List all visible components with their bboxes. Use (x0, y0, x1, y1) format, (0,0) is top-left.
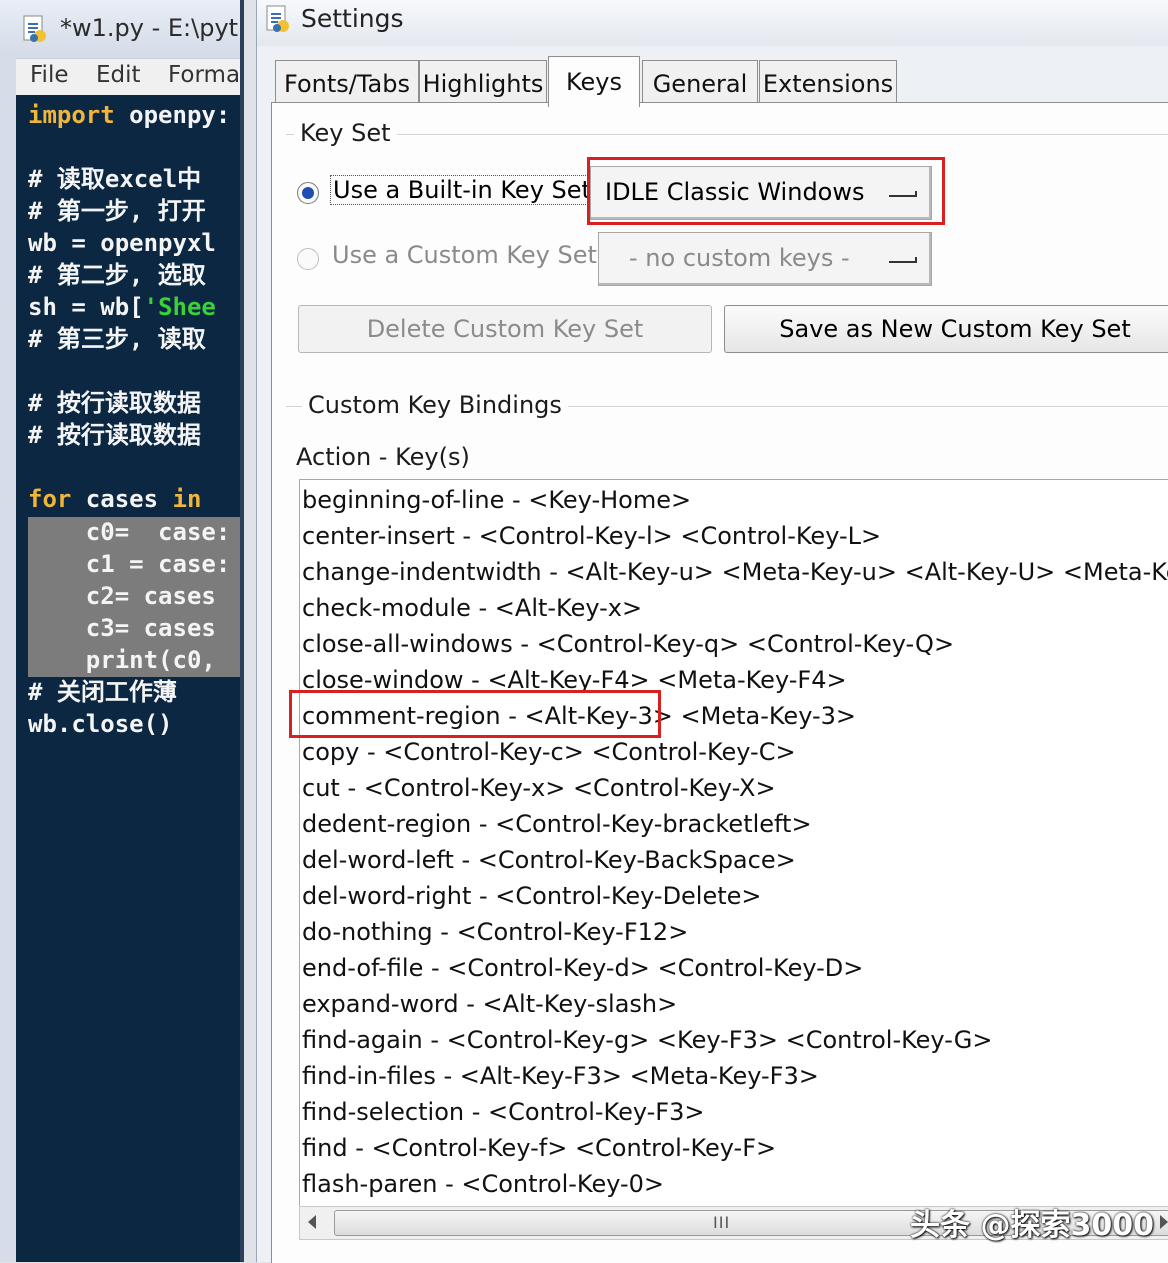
key-binding-row[interactable]: change-indentwidth - <Alt-Key-u> <Meta-K… (302, 554, 1168, 590)
editor-right-border (240, 0, 244, 1262)
bindings-group-label: Custom Key Bindings (302, 391, 568, 419)
tab-fonts-tabs[interactable]: Fonts/Tabs (275, 60, 419, 103)
key-binding-row[interactable]: find-again - <Control-Key-g> <Key-F3> <C… (302, 1022, 992, 1058)
code-line-comment: # 第一步, 打开 (28, 197, 206, 225)
key-binding-row[interactable]: center-insert - <Control-Key-l> <Control… (302, 518, 881, 554)
key-binding-row[interactable]: cut - <Control-Key-x> <Control-Key-X> (302, 770, 776, 806)
delete-custom-keyset-button[interactable]: Delete Custom Key Set (298, 305, 712, 353)
code-line-comment: # 按行读取数据 (28, 389, 201, 417)
key-bindings-list[interactable]: beginning-of-line - <Key-Home> center-ins… (299, 479, 1168, 1207)
code-line: c3= cases (28, 614, 216, 642)
code-line: wb.close() (28, 710, 173, 738)
key-binding-row[interactable]: flash-paren - <Control-Key-0> (302, 1166, 664, 1202)
key-binding-row[interactable]: copy - <Control-Key-c> <Control-Key-C> (302, 734, 796, 770)
key-binding-row[interactable]: do-nothing - <Control-Key-F12> (302, 914, 688, 950)
tab-extensions[interactable]: Extensions (759, 60, 897, 103)
builtin-keyset-dropdown[interactable]: IDLE Classic Windows (590, 166, 932, 220)
tab-keys[interactable]: Keys (548, 56, 640, 107)
code-line: print(c0, (28, 646, 216, 674)
editor-title: *w1.py - E:\pyth (60, 14, 244, 42)
key-binding-row[interactable]: expand-word - <Alt-Key-slash> (302, 986, 677, 1022)
code-editor[interactable]: import openpy: # 读取excel中 # 第一步, 打开 wb =… (16, 95, 244, 1262)
menu-edit[interactable]: Edit (96, 62, 141, 88)
editor-menubar: File Edit Forma (16, 58, 244, 95)
builtin-keyset-radio[interactable] (297, 182, 319, 204)
key-binding-row[interactable]: find-selection - <Control-Key-F3> (302, 1094, 704, 1130)
scrollbar-grip: III (713, 1213, 731, 1232)
code-line-comment: # 第三步, 读取 (28, 325, 206, 353)
key-binding-row[interactable]: del-word-right - <Control-Key-Delete> (302, 878, 762, 914)
key-binding-row[interactable]: close-all-windows - <Control-Key-q> <Con… (302, 626, 954, 662)
scroll-right-arrow-icon[interactable] (1160, 1215, 1168, 1229)
key-binding-row[interactable]: find - <Control-Key-f> <Control-Key-F> (302, 1130, 776, 1166)
code-line: c0= case: (28, 518, 231, 546)
save-custom-keyset-button[interactable]: Save as New Custom Key Set (724, 305, 1168, 353)
custom-keyset-label[interactable]: Use a Custom Key Set (332, 241, 597, 269)
keyset-group-label: Key Set (294, 119, 397, 147)
keyset-group-border (286, 134, 1168, 135)
python-file-icon (266, 5, 289, 32)
key-binding-row[interactable]: end-of-file - <Control-Key-d> <Control-K… (302, 950, 863, 986)
tab-general[interactable]: General (642, 60, 758, 103)
settings-title: Settings (301, 4, 404, 33)
code-line: c1 = case: (28, 550, 231, 578)
custom-keyset-radio[interactable] (297, 248, 319, 270)
key-binding-row[interactable]: beginning-of-line - <Key-Home> (302, 482, 691, 518)
bindings-header: Action - Key(s) (296, 443, 470, 471)
code-line-1: import openpy: (28, 101, 231, 129)
code-line: wb = openpyxl (28, 229, 216, 257)
radio-selected-dot (302, 187, 314, 199)
code-line: sh = wb['Shee (28, 293, 216, 321)
code-line-comment: # 读取excel中 (28, 165, 202, 193)
key-binding-row[interactable]: find-in-files - <Alt-Key-F3> <Meta-Key-F… (302, 1058, 819, 1094)
code-line-comment: # 第二步, 选取 (28, 261, 206, 289)
editor-window: *w1.py - E:\pyth File Edit Forma import … (0, 0, 244, 1262)
code-line-comment: # 按行读取数据 (28, 421, 201, 449)
key-binding-row[interactable]: comment-region - <Alt-Key-3> <Meta-Key-3… (302, 698, 856, 734)
dropdown-arrow-icon (889, 257, 917, 263)
watermark: 头条 @探索3000 (910, 1208, 1154, 1243)
settings-dialog: Settings Fonts/Tabs Highlights Keys Gene… (256, 0, 1168, 1263)
dropdown-arrow-icon (889, 191, 917, 197)
builtin-keyset-label[interactable]: Use a Built-in Key Set (330, 175, 594, 205)
scroll-left-arrow-icon[interactable] (308, 1215, 316, 1229)
builtin-keyset-value: IDLE Classic Windows (605, 178, 865, 206)
key-binding-row[interactable]: del-word-left - <Control-Key-BackSpace> (302, 842, 796, 878)
code-line-for: for cases in (28, 485, 202, 513)
code-line: c2= cases (28, 582, 216, 610)
menu-format[interactable]: Forma (168, 62, 240, 88)
code-line-comment: # 关闭工作薄 (28, 678, 177, 706)
editor-titlebar: *w1.py - E:\pyth (0, 0, 244, 56)
key-binding-row[interactable]: close-window - <Alt-Key-F4> <Meta-Key-F4… (302, 662, 847, 698)
settings-titlebar: Settings (257, 0, 1168, 46)
python-file-icon (23, 15, 46, 42)
key-binding-row[interactable]: check-module - <Alt-Key-x> (302, 590, 642, 626)
tab-highlights[interactable]: Highlights (419, 60, 547, 103)
custom-keyset-dropdown[interactable]: - no custom keys - (598, 232, 932, 286)
custom-keyset-value: - no custom keys - (629, 244, 850, 272)
key-binding-row[interactable]: dedent-region - <Control-Key-bracketleft… (302, 806, 812, 842)
menu-file[interactable]: File (30, 62, 69, 88)
